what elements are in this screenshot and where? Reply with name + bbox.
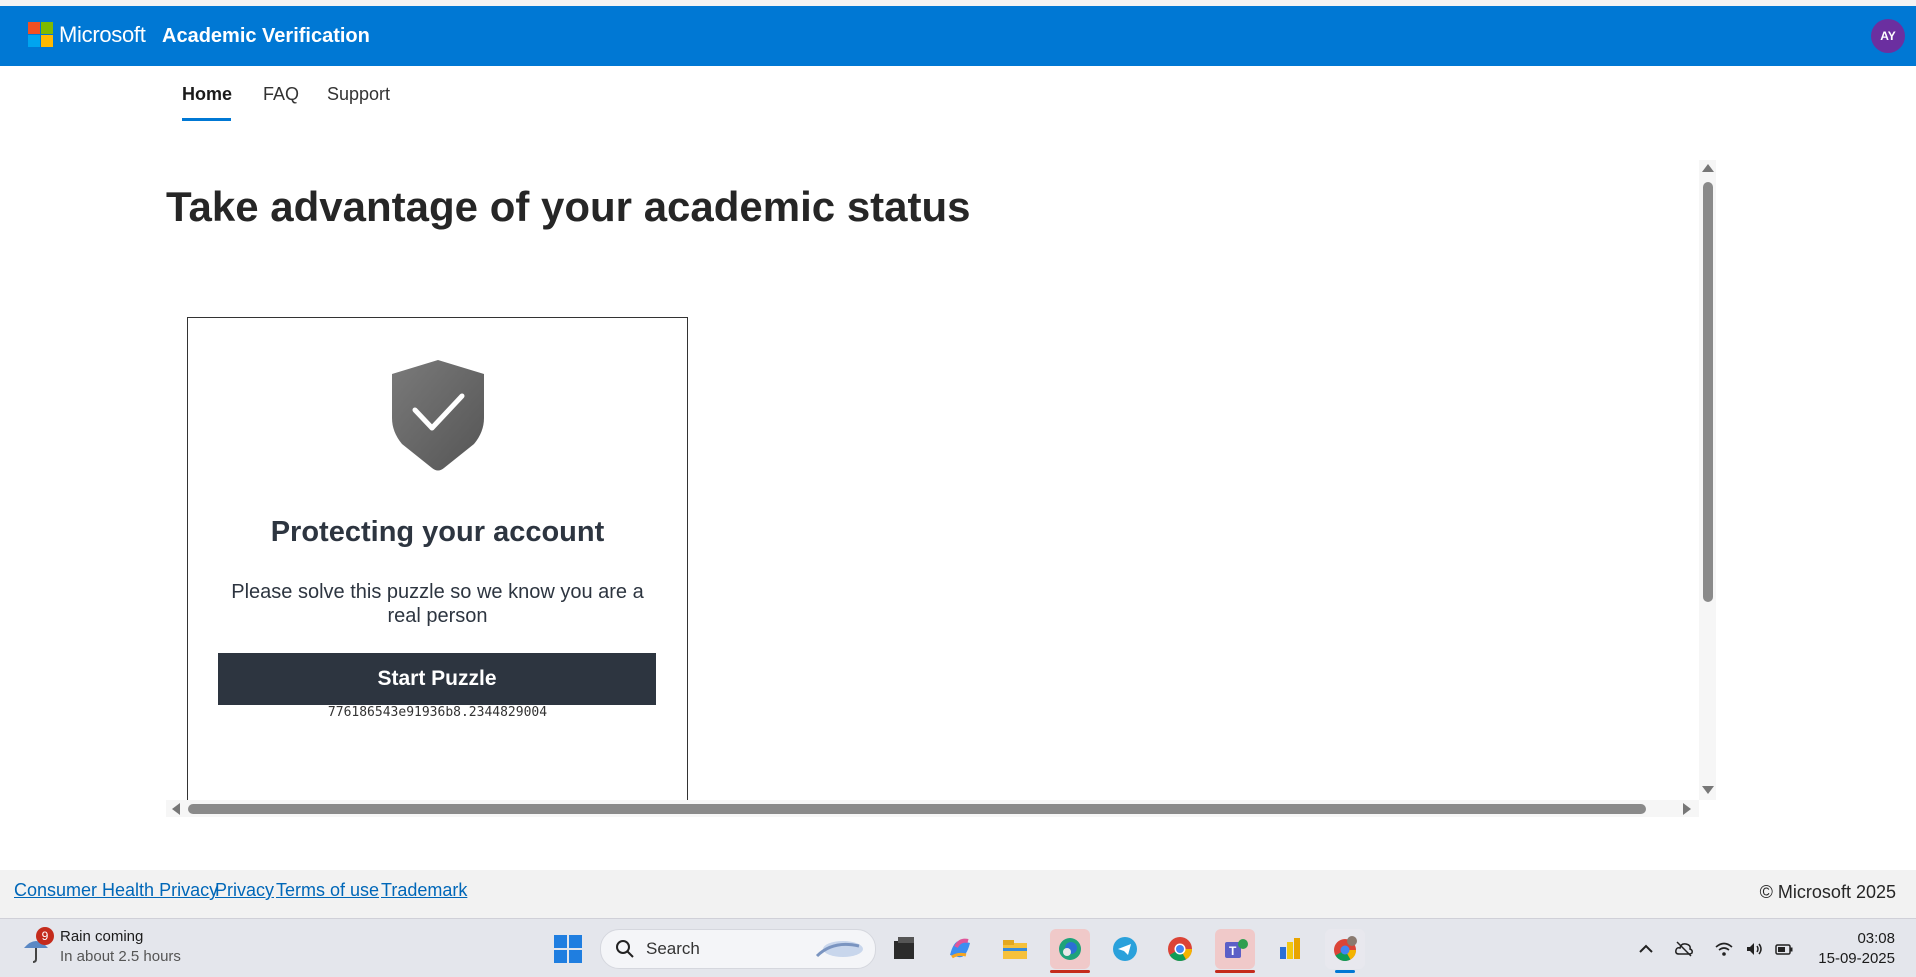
taskbar: 9 Rain coming In about 2.5 hours Search bbox=[0, 918, 1916, 977]
power-bi-icon[interactable] bbox=[1270, 929, 1310, 969]
vertical-scroll-thumb[interactable] bbox=[1703, 182, 1713, 602]
copilot-icon[interactable] bbox=[940, 929, 980, 969]
horizontal-scrollbar[interactable] bbox=[166, 800, 1699, 817]
file-explorer-icon[interactable] bbox=[995, 929, 1035, 969]
teams-icon[interactable]: T bbox=[1215, 929, 1255, 973]
chevron-up-icon[interactable] bbox=[1636, 939, 1656, 959]
clock-date[interactable]: 15-09-2025 bbox=[1810, 950, 1895, 967]
scroll-up-arrow-icon[interactable] bbox=[1702, 164, 1714, 172]
vertical-scrollbar[interactable] bbox=[1699, 160, 1716, 800]
windows-start-icon[interactable] bbox=[554, 935, 582, 963]
volume-icon[interactable] bbox=[1744, 939, 1764, 959]
card-title: Protecting your account bbox=[270, 516, 605, 548]
page-title: Take advantage of your academic status bbox=[166, 183, 971, 230]
shield-check-icon bbox=[392, 360, 484, 471]
weather-subtitle: In about 2.5 hours bbox=[60, 948, 181, 965]
brand-name[interactable]: Microsoft bbox=[59, 22, 146, 48]
taskbar-search[interactable]: Search bbox=[600, 929, 876, 969]
puzzle-card: Protecting your account Please solve thi… bbox=[187, 317, 688, 801]
file-manager-icon[interactable] bbox=[884, 929, 924, 969]
app-running-indicator bbox=[1050, 970, 1090, 973]
nav-active-indicator bbox=[182, 118, 231, 121]
svg-text:T: T bbox=[1229, 944, 1237, 958]
battery-icon[interactable] bbox=[1774, 939, 1794, 959]
start-puzzle-button[interactable]: Start Puzzle bbox=[218, 653, 656, 705]
search-icon bbox=[616, 940, 634, 958]
site-header: Microsoft Academic Verification AY bbox=[0, 6, 1916, 66]
session-id: 776186543e91936b8.2344829004 bbox=[327, 705, 548, 720]
nav-faq[interactable]: FAQ bbox=[263, 84, 299, 105]
microsoft-logo-icon[interactable] bbox=[28, 22, 54, 48]
clock-time[interactable]: 03:08 bbox=[1855, 930, 1895, 947]
horizontal-scroll-thumb[interactable] bbox=[188, 804, 1646, 814]
wifi-icon[interactable] bbox=[1714, 939, 1734, 959]
weather-badge: 9 bbox=[36, 927, 54, 945]
footer-link-privacy[interactable]: Privacy bbox=[215, 880, 274, 901]
nav-support[interactable]: Support bbox=[327, 84, 390, 105]
app-active-indicator bbox=[1335, 970, 1355, 973]
copyright: © Microsoft 2025 bbox=[1759, 882, 1896, 902]
chrome-icon[interactable] bbox=[1160, 929, 1200, 969]
footer-link-trademark[interactable]: Trademark bbox=[381, 880, 467, 901]
telegram-icon[interactable] bbox=[1105, 929, 1145, 969]
user-avatar[interactable]: AY bbox=[1871, 19, 1905, 53]
nav-home[interactable]: Home bbox=[182, 84, 232, 105]
weather-title: Rain coming bbox=[60, 928, 144, 945]
footer-link-terms[interactable]: Terms of use bbox=[276, 880, 379, 901]
footer-link-consumer-health-privacy[interactable]: Consumer Health Privacy bbox=[14, 880, 218, 901]
chrome-profile-icon[interactable] bbox=[1325, 929, 1365, 973]
site-footer: Consumer Health Privacy Privacy Terms of… bbox=[0, 870, 1916, 918]
search-highlight-icon bbox=[815, 941, 863, 958]
card-description: Please solve this puzzle so we know you … bbox=[231, 581, 644, 627]
app-title[interactable]: Academic Verification bbox=[162, 25, 370, 48]
app-running-indicator bbox=[1215, 970, 1255, 973]
scroll-right-arrow-icon[interactable] bbox=[1683, 803, 1691, 815]
search-placeholder: Search bbox=[646, 939, 700, 958]
cloud-offline-icon[interactable] bbox=[1674, 939, 1694, 959]
edge-icon[interactable] bbox=[1050, 929, 1090, 973]
scroll-down-arrow-icon[interactable] bbox=[1702, 786, 1714, 794]
scroll-left-arrow-icon[interactable] bbox=[172, 803, 180, 815]
